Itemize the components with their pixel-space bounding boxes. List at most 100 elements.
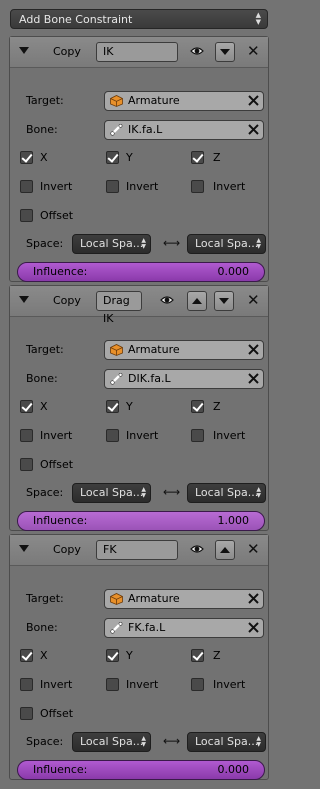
invert-y-checkbox[interactable] [106, 180, 119, 193]
target-label: Target: [26, 343, 64, 356]
z-label: Z [213, 649, 221, 662]
eye-icon[interactable] [190, 542, 204, 556]
updown-arrows-icon: ▲ ▼ [141, 735, 146, 748]
move-down-icon [220, 49, 230, 55]
move-down-button[interactable] [214, 291, 234, 311]
bone-value: DIK.fa.L [128, 372, 171, 385]
invert-y-checkbox[interactable] [106, 678, 119, 691]
invert-x-checkbox[interactable] [20, 180, 33, 193]
target-label: Target: [26, 592, 64, 605]
z-checkbox[interactable] [191, 649, 204, 662]
target-space-value: Local Spa... [195, 237, 259, 250]
collapse-triangle-icon[interactable] [19, 296, 29, 303]
updown-arrows-icon: ▲ ▼ [141, 237, 146, 250]
invert-x-checkbox[interactable] [20, 678, 33, 691]
space-label: Space: [26, 486, 64, 499]
eye-icon[interactable] [160, 293, 174, 307]
invert-x-checkbox[interactable] [20, 429, 33, 442]
target-space-value: Local Spa... [195, 486, 259, 499]
updown-arrows-icon: ▲ ▼ [256, 486, 261, 499]
constraint-panel-2: Copy Drag IK ✕ Target: Armature Bone: DI… [9, 285, 269, 531]
y-label: Y [126, 400, 133, 413]
constraint-name-field[interactable]: IK [96, 42, 178, 62]
y-label: Y [126, 151, 133, 164]
invert-z-checkbox[interactable] [191, 429, 204, 442]
z-checkbox[interactable] [191, 400, 204, 413]
constraint-panel-3: Copy FK ✕ Target: Armature Bone: FK.fa.L… [9, 534, 269, 780]
collapse-triangle-icon[interactable] [19, 545, 29, 552]
constraint-header: Copy IK ✕ [10, 37, 268, 68]
add-bone-constraint-menu[interactable]: Add Bone Constraint ▲ ▼ [10, 9, 268, 29]
invert-z-checkbox[interactable] [191, 678, 204, 691]
offset-checkbox[interactable] [20, 458, 33, 471]
move-up-button[interactable] [187, 291, 207, 311]
move-down-button[interactable] [215, 42, 235, 62]
x-checkbox[interactable] [20, 649, 33, 662]
target-space-select[interactable]: Local Spa... ▲ ▼ [187, 234, 266, 254]
target-value: Armature [128, 592, 180, 605]
close-icon[interactable]: ✕ [247, 293, 260, 308]
invert-y-label: Invert [126, 678, 159, 691]
invert-z-label: Invert [213, 429, 246, 442]
move-up-icon [220, 547, 230, 553]
updown-arrows-icon: ▲ ▼ [256, 237, 261, 250]
influence-slider[interactable]: Influence: 0.000 [17, 262, 265, 282]
close-icon[interactable]: ✕ [247, 44, 260, 59]
z-label: Z [213, 151, 221, 164]
influence-value: 0.000 [217, 763, 250, 776]
target-space-select[interactable]: Local Spa... ▲ ▼ [187, 483, 266, 503]
x-checkbox[interactable] [20, 151, 33, 164]
eye-icon[interactable] [190, 44, 204, 58]
influence-slider[interactable]: Influence: 1.000 [17, 511, 265, 531]
offset-checkbox[interactable] [20, 209, 33, 222]
bone-field[interactable]: FK.fa.L [104, 618, 264, 638]
bone-value: IK.fa.L [128, 123, 163, 136]
invert-z-checkbox[interactable] [191, 180, 204, 193]
clear-target-icon[interactable] [247, 343, 260, 356]
move-up-button[interactable] [215, 540, 235, 560]
clear-bone-icon[interactable] [247, 123, 260, 136]
invert-x-label: Invert [40, 678, 73, 691]
constraint-name-field[interactable]: FK [96, 540, 178, 560]
close-icon[interactable]: ✕ [247, 542, 260, 557]
owner-space-select[interactable]: Local Spa... ▲ ▼ [72, 483, 151, 503]
owner-space-select[interactable]: Local Spa... ▲ ▼ [72, 732, 151, 752]
target-space-select[interactable]: Local Spa... ▲ ▼ [187, 732, 266, 752]
z-checkbox[interactable] [191, 151, 204, 164]
bone-field[interactable]: DIK.fa.L [104, 369, 264, 389]
y-checkbox[interactable] [106, 400, 119, 413]
armature-object-icon [110, 593, 123, 605]
constraint-name-text: FK [103, 543, 117, 556]
target-field[interactable]: Armature [104, 589, 264, 609]
clear-target-icon[interactable] [247, 94, 260, 107]
target-field[interactable]: Armature [104, 340, 264, 360]
target-value: Armature [128, 343, 180, 356]
clear-bone-icon[interactable] [247, 372, 260, 385]
y-checkbox[interactable] [106, 151, 119, 164]
constraint-type-label: Copy [53, 543, 81, 556]
owner-space-select[interactable]: Local Spa... ▲ ▼ [72, 234, 151, 254]
constraint-type-label: Copy [53, 294, 81, 307]
move-down-icon [219, 298, 229, 304]
swap-arrows-icon: ⟷ [163, 485, 181, 499]
collapse-triangle-icon[interactable] [19, 47, 29, 54]
clear-bone-icon[interactable] [247, 621, 260, 634]
x-checkbox[interactable] [20, 400, 33, 413]
x-label: X [40, 649, 48, 662]
owner-space-value: Local Spa... [80, 486, 144, 499]
owner-space-value: Local Spa... [80, 735, 144, 748]
armature-object-icon [110, 344, 123, 356]
target-space-value: Local Spa... [195, 735, 259, 748]
z-label: Z [213, 400, 221, 413]
invert-x-label: Invert [40, 180, 73, 193]
target-label: Target: [26, 94, 64, 107]
clear-target-icon[interactable] [247, 592, 260, 605]
constraint-name-field[interactable]: Drag IK [96, 291, 142, 325]
target-field[interactable]: Armature [104, 91, 264, 111]
invert-y-checkbox[interactable] [106, 429, 119, 442]
influence-slider[interactable]: Influence: 0.000 [17, 760, 265, 780]
updown-arrows-icon: ▲ ▼ [141, 486, 146, 499]
y-checkbox[interactable] [106, 649, 119, 662]
offset-checkbox[interactable] [20, 707, 33, 720]
bone-field[interactable]: IK.fa.L [104, 120, 264, 140]
